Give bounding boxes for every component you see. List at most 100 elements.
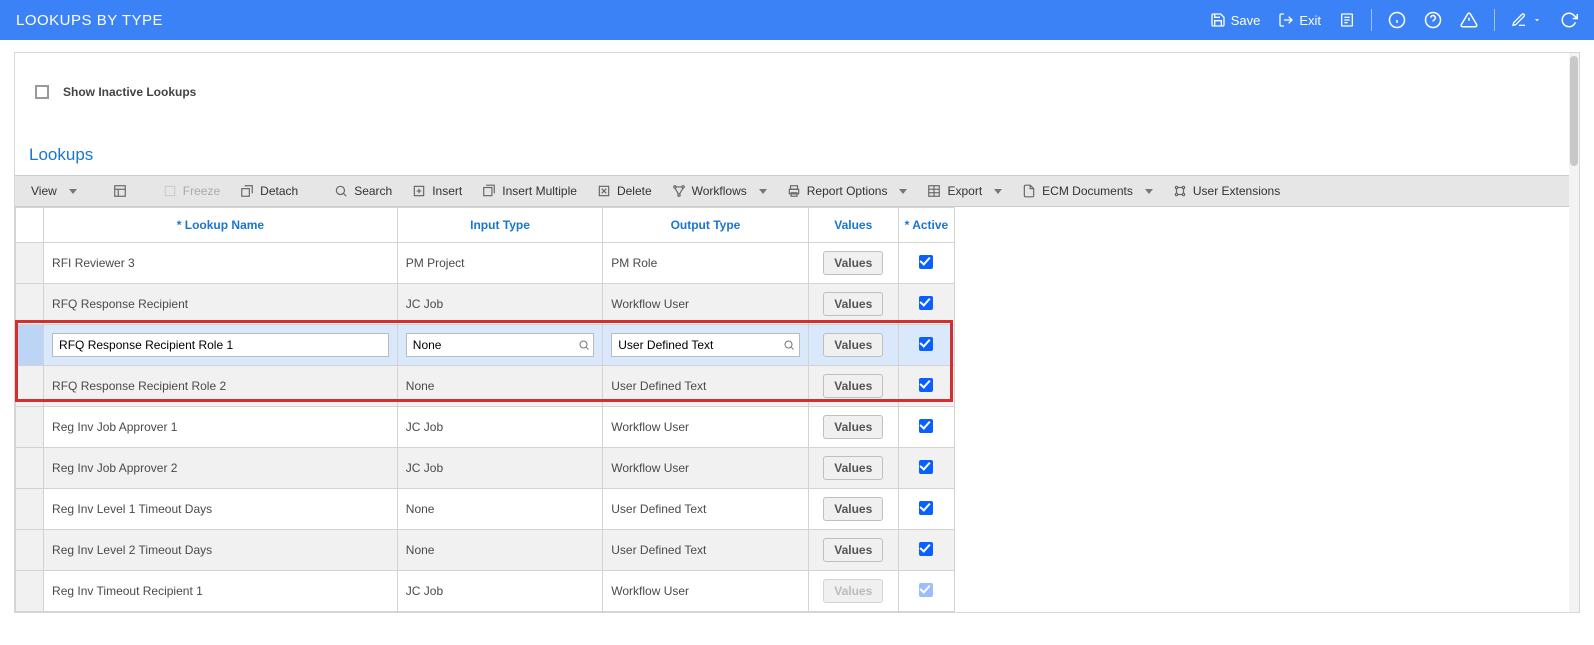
- active-checkbox[interactable]: [919, 460, 933, 474]
- extension-icon: [1173, 184, 1187, 198]
- cell-input[interactable]: JC Job: [397, 571, 602, 612]
- active-checkbox[interactable]: [919, 337, 933, 351]
- cell-name[interactable]: Reg Inv Job Approver 2: [44, 448, 398, 489]
- warning-button[interactable]: [1456, 7, 1482, 33]
- table-row[interactable]: Reg Inv Level 2 Timeout Days None User D…: [16, 530, 955, 571]
- chevron-down-icon: [899, 189, 907, 194]
- search-button[interactable]: Search: [326, 180, 400, 202]
- delete-button[interactable]: Delete: [589, 180, 660, 202]
- exit-button[interactable]: Exit: [1274, 8, 1325, 32]
- values-button[interactable]: Values: [823, 497, 883, 521]
- table-row[interactable]: RFQ Response Recipient JC Job Workflow U…: [16, 284, 955, 325]
- active-checkbox[interactable]: [919, 296, 933, 310]
- cell-name[interactable]: RFI Reviewer 3: [44, 243, 398, 284]
- header-actions: Save Exit: [1206, 7, 1582, 33]
- save-button[interactable]: Save: [1206, 8, 1265, 32]
- table-row[interactable]: Reg Inv Timeout Recipient 1 JC Job Workf…: [16, 571, 955, 612]
- active-checkbox[interactable]: [919, 419, 933, 433]
- workflows-menu[interactable]: Workflows: [664, 180, 775, 202]
- cell-name[interactable]: RFQ Response Recipient Role 2: [44, 366, 398, 407]
- table-row[interactable]: Reg Inv Job Approver 2 JC Job Workflow U…: [16, 448, 955, 489]
- inactive-lookups-label: Show Inactive Lookups: [63, 85, 196, 99]
- values-button[interactable]: Values: [823, 456, 883, 480]
- input-type-field[interactable]: [407, 334, 574, 356]
- cell-output[interactable]: Workflow User: [603, 407, 808, 448]
- cell-input[interactable]: JC Job: [397, 407, 602, 448]
- format-menu[interactable]: [105, 180, 135, 202]
- active-checkbox[interactable]: [919, 255, 933, 269]
- insert-multiple-icon: [482, 184, 496, 198]
- search-icon[interactable]: [574, 339, 593, 351]
- cell-output[interactable]: User Defined Text: [603, 489, 808, 530]
- search-icon[interactable]: [779, 339, 798, 351]
- col-output-type[interactable]: Output Type: [603, 208, 808, 243]
- col-select[interactable]: [16, 208, 44, 243]
- cell-output[interactable]: PM Role: [603, 243, 808, 284]
- output-type-lov[interactable]: [611, 333, 799, 357]
- values-button[interactable]: Values: [823, 292, 883, 316]
- help-button[interactable]: [1420, 7, 1446, 33]
- cell-name[interactable]: Reg Inv Job Approver 1: [44, 407, 398, 448]
- col-active[interactable]: * Active: [898, 208, 954, 243]
- lookup-name-input[interactable]: [52, 333, 389, 357]
- user-extensions-button[interactable]: User Extensions: [1165, 180, 1288, 202]
- input-type-lov[interactable]: [406, 333, 594, 357]
- divider: [1494, 9, 1495, 31]
- cell-output[interactable]: Workflow User: [603, 448, 808, 489]
- col-input-type[interactable]: Input Type: [397, 208, 602, 243]
- workflows-label: Workflows: [692, 184, 747, 198]
- chevron-down-icon: [1532, 15, 1542, 25]
- values-button[interactable]: Values: [823, 251, 883, 275]
- active-checkbox[interactable]: [919, 542, 933, 556]
- cell-input[interactable]: PM Project: [397, 243, 602, 284]
- active-checkbox[interactable]: [919, 583, 933, 597]
- col-values[interactable]: Values: [808, 208, 898, 243]
- pencil-icon: [1511, 12, 1527, 28]
- cell-output[interactable]: Workflow User: [603, 571, 808, 612]
- values-button[interactable]: Values: [823, 538, 883, 562]
- detach-button[interactable]: Detach: [232, 180, 306, 202]
- values-button[interactable]: Values: [823, 579, 883, 603]
- active-checkbox[interactable]: [919, 501, 933, 515]
- col-lookup-name[interactable]: * Lookup Name: [44, 208, 398, 243]
- insert-icon: [412, 184, 426, 198]
- values-button[interactable]: Values: [823, 415, 883, 439]
- freeze-label: Freeze: [183, 184, 220, 198]
- refresh-button[interactable]: [1556, 7, 1582, 33]
- info-button[interactable]: [1384, 7, 1410, 33]
- insert-button[interactable]: Insert: [404, 180, 470, 202]
- table-row-selected[interactable]: Values: [16, 325, 955, 366]
- values-button[interactable]: Values: [823, 374, 883, 398]
- edit-button[interactable]: [1507, 8, 1546, 32]
- floppy-icon: [1210, 12, 1226, 28]
- cell-name[interactable]: Reg Inv Timeout Recipient 1: [44, 571, 398, 612]
- ecm-documents-menu[interactable]: ECM Documents: [1014, 180, 1161, 202]
- cell-name[interactable]: Reg Inv Level 2 Timeout Days: [44, 530, 398, 571]
- insert-multiple-button[interactable]: Insert Multiple: [474, 180, 585, 202]
- table-row[interactable]: RFI Reviewer 3 PM Project PM Role Values: [16, 243, 955, 284]
- cell-name[interactable]: RFQ Response Recipient: [44, 284, 398, 325]
- cell-input[interactable]: None: [397, 366, 602, 407]
- cell-input[interactable]: None: [397, 489, 602, 530]
- inactive-lookups-checkbox[interactable]: [35, 85, 49, 99]
- cell-output[interactable]: User Defined Text: [603, 530, 808, 571]
- table-row[interactable]: Reg Inv Job Approver 1 JC Job Workflow U…: [16, 407, 955, 448]
- cell-output[interactable]: User Defined Text: [603, 366, 808, 407]
- freeze-button[interactable]: Freeze: [155, 180, 228, 202]
- table-row[interactable]: Reg Inv Level 1 Timeout Days None User D…: [16, 489, 955, 530]
- active-checkbox[interactable]: [919, 378, 933, 392]
- report-options-menu[interactable]: Report Options: [779, 180, 916, 202]
- cell-output[interactable]: Workflow User: [603, 284, 808, 325]
- cell-name[interactable]: Reg Inv Level 1 Timeout Days: [44, 489, 398, 530]
- cell-input[interactable]: JC Job: [397, 448, 602, 489]
- table-row[interactable]: RFQ Response Recipient Role 2 None User …: [16, 366, 955, 407]
- export-menu[interactable]: Export: [919, 180, 1010, 202]
- output-type-field[interactable]: [612, 334, 779, 356]
- cell-input[interactable]: JC Job: [397, 284, 602, 325]
- values-button[interactable]: Values: [823, 333, 883, 357]
- save-label: Save: [1231, 13, 1261, 28]
- view-menu[interactable]: View: [23, 180, 85, 202]
- user-extensions-label: User Extensions: [1193, 184, 1280, 198]
- cell-input[interactable]: None: [397, 530, 602, 571]
- notes-button[interactable]: [1335, 8, 1359, 32]
